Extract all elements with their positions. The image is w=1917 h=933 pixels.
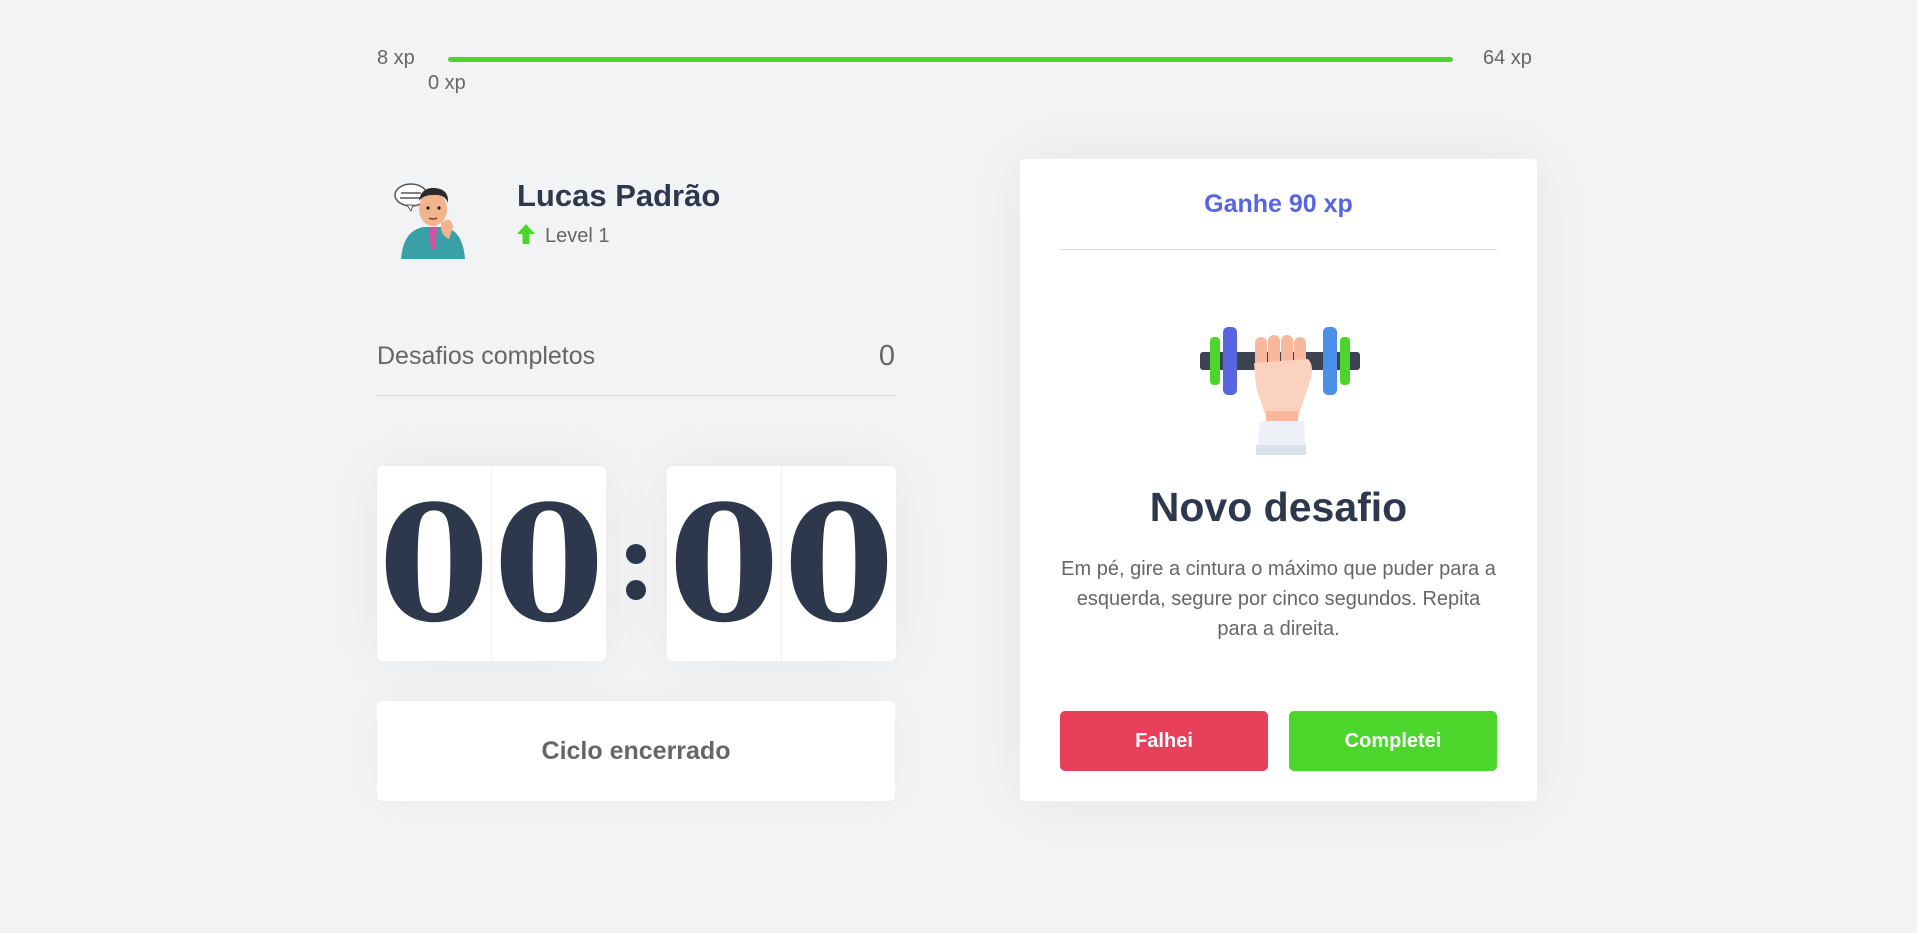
xp-max-label: 64 xp (1483, 47, 1532, 69)
level-up-arrow-icon (517, 224, 535, 244)
challenge-description: Em pé, gire a cintura o máximo que puder… (1061, 558, 1496, 640)
user-level: Level 1 (545, 225, 610, 247)
user-name: Lucas Padrão (517, 178, 721, 213)
experience-bar-fill (448, 57, 1453, 62)
challenge-reward: Ganhe 90 xp (1060, 159, 1497, 250)
experience-bar (448, 57, 1453, 62)
dumbbell-body-icon (1200, 327, 1360, 455)
countdown-separator (621, 530, 651, 610)
divider (377, 395, 895, 396)
countdown-minutes: 0 0 (377, 466, 606, 661)
challenge-title: Novo desafio (1149, 484, 1408, 530)
cycle-ended-button[interactable]: Ciclo encerrado (377, 701, 895, 801)
completed-button[interactable]: Completei (1289, 711, 1497, 771)
countdown-seconds: 0 0 (667, 466, 896, 661)
completed-challenges-count: 0 (878, 340, 895, 372)
xp-current-label: 0 xp (428, 72, 466, 94)
page: 8 xp 64 xp 0 xp Lucas Padrão Level 1 Des… (0, 0, 1917, 933)
xp-min-label: 8 xp (377, 47, 415, 69)
failed-button[interactable]: Falhei (1060, 711, 1268, 771)
avatar (393, 179, 473, 259)
countdown-digit: 0 (668, 469, 780, 658)
challenge-card: Ganhe 90 xp Novo desafio Em pé, gire a c… (1020, 159, 1537, 801)
countdown-digit: 0 (781, 466, 896, 661)
countdown-digit: 0 (378, 469, 490, 658)
avatar-illustration (394, 183, 465, 259)
completed-challenges-label: Desafios completos (377, 342, 596, 370)
countdown-digit: 0 (491, 466, 606, 661)
